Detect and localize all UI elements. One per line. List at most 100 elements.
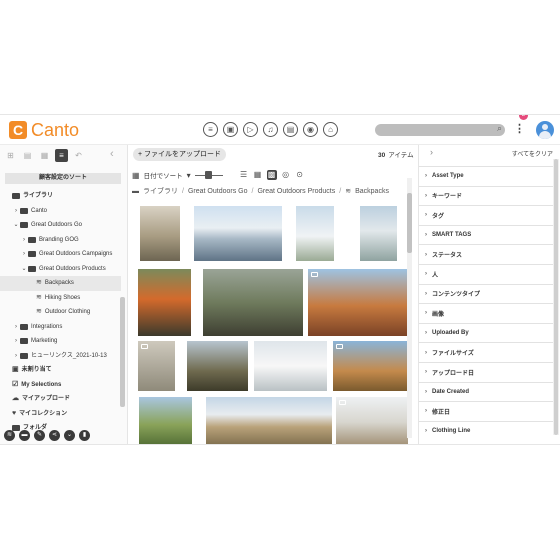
slider-knob[interactable] xyxy=(204,171,212,179)
tree-item[interactable]: › Integrations xyxy=(0,320,121,335)
filter-chevron-icon[interactable]: › xyxy=(425,310,427,316)
filter-chevron-icon[interactable]: › xyxy=(425,291,427,297)
filter-row[interactable]: › 修正日 xyxy=(419,401,557,421)
filter-row[interactable]: › SMART TAGS xyxy=(419,224,557,245)
filter-chevron-icon[interactable]: › xyxy=(425,408,427,414)
filter-row[interactable]: › Asset Type xyxy=(419,166,557,186)
more-menu-icon[interactable]: ⋮ xyxy=(514,122,525,135)
filter-chevron-icon[interactable]: › xyxy=(425,350,427,356)
filter-row[interactable]: › Uploaded By xyxy=(419,322,557,343)
menu-view-icon[interactable]: ≡ xyxy=(55,149,68,162)
undo-icon[interactable]: ↶ xyxy=(72,149,85,162)
tree-item[interactable]: ≋ Backpacks xyxy=(0,276,121,291)
asset-thumbnail[interactable] xyxy=(140,206,180,261)
filter-scrollbar-thumb[interactable] xyxy=(554,159,558,435)
collapse-caret-icon[interactable]: › xyxy=(20,233,28,248)
tree-item[interactable]: › ヒューリンクス_2021-10-13 xyxy=(0,349,121,364)
breadcrumb-item-gog[interactable]: Great Outdoors Go xyxy=(188,188,248,195)
breadcrumb-item-library[interactable]: ライブラリ xyxy=(143,186,178,196)
filter-row[interactable]: › アップロード日 xyxy=(419,361,557,382)
filter-chevron-icon[interactable]: › xyxy=(425,271,427,277)
custom-sort-button[interactable]: 顧客設定のソート xyxy=(5,173,121,184)
filter-row[interactable]: › Date Created xyxy=(419,381,557,402)
filter-row[interactable]: › ファイルサイズ xyxy=(419,342,557,362)
edit-icon[interactable]: ✎ xyxy=(34,430,45,441)
filter-chevron-icon[interactable]: › xyxy=(425,389,427,395)
clear-all-button[interactable]: すべてをクリア xyxy=(512,149,553,158)
filter-row[interactable]: › コンテンツタイプ xyxy=(419,283,557,304)
presentation-app-icon[interactable]: ▤ xyxy=(283,122,298,137)
asset-thumbnail[interactable] xyxy=(296,206,334,261)
breadcrumb-item-backpacks[interactable]: Backpacks xyxy=(355,188,389,195)
asset-thumbnail[interactable] xyxy=(206,397,332,444)
list-view-icon[interactable]: ▤ xyxy=(21,149,34,162)
map-pin-icon[interactable]: ⊙ xyxy=(295,170,305,180)
filter-row[interactable]: › タグ xyxy=(419,205,557,225)
asset-thumbnail[interactable] xyxy=(138,269,191,336)
tree-item[interactable]: ≋ Hiking Shoes xyxy=(0,291,121,306)
filter-chevron-icon[interactable]: › xyxy=(425,369,427,375)
tree-item[interactable]: ♥ マイコレクション xyxy=(0,407,121,422)
tree-item[interactable]: › Marketing xyxy=(0,334,121,349)
asset-thumbnail[interactable] xyxy=(254,341,327,391)
tree-item[interactable]: ▣ 未割り当て xyxy=(0,363,121,378)
main-scrollbar-thumb[interactable] xyxy=(407,193,412,253)
sort-by-date-dropdown[interactable]: 日付でソート xyxy=(144,170,183,180)
filter-row[interactable]: › Clothing Line xyxy=(419,420,557,441)
filter-chevron-icon[interactable]: › xyxy=(425,212,427,218)
asset-thumbnail[interactable] xyxy=(139,397,192,444)
tree-item[interactable]: ≋ Outdoor Clothing xyxy=(0,305,121,320)
collapse-caret-icon[interactable]: › xyxy=(12,320,20,335)
tree-item[interactable]: › Canto xyxy=(0,204,121,219)
asset-thumbnail[interactable] xyxy=(187,341,248,391)
filter-chevron-icon[interactable]: › xyxy=(425,173,427,179)
filter-scrollbar[interactable] xyxy=(553,159,559,435)
list-layout-icon[interactable]: ☰ xyxy=(239,170,249,180)
stack-icon[interactable]: ≋ xyxy=(4,430,15,441)
asset-thumbnail[interactable] xyxy=(203,269,303,336)
folder-icon[interactable]: ▬ xyxy=(19,430,30,441)
globe-icon[interactable]: ◎ xyxy=(281,170,291,180)
collapse-right-icon[interactable]: › xyxy=(430,147,433,157)
asset-thumbnail[interactable] xyxy=(360,206,397,261)
grid-layout-icon[interactable]: ▦ xyxy=(253,170,263,180)
filter-chevron-icon[interactable]: › xyxy=(425,330,427,336)
other-app-icon[interactable]: ◉ xyxy=(303,122,318,137)
collapse-caret-icon[interactable]: › xyxy=(12,204,20,219)
tree-item[interactable]: ☑ My Selections xyxy=(0,378,121,393)
upload-file-button[interactable]: + ファイルをアップロード xyxy=(133,148,226,161)
asset-thumbnail[interactable] xyxy=(333,341,408,391)
calendar-view-icon[interactable]: ▦ xyxy=(38,149,51,162)
share-icon[interactable]: ⋖ xyxy=(49,430,60,441)
trash-icon[interactable]: ▮ xyxy=(79,430,90,441)
masonry-layout-icon[interactable]: ▩ xyxy=(266,170,277,180)
tree-view-icon[interactable]: ⊞ xyxy=(4,149,17,162)
sidebar-scrollbar[interactable] xyxy=(120,297,125,407)
asset-thumbnail[interactable] xyxy=(138,341,175,391)
notification-badge[interactable]: 2 xyxy=(519,115,528,120)
filter-row[interactable]: › ステータス xyxy=(419,244,557,264)
tree-item[interactable]: ☁ マイアップロード xyxy=(0,392,121,407)
collapse-caret-icon[interactable]: › xyxy=(12,349,20,364)
tree-item[interactable]: › Branding GOG xyxy=(0,233,121,248)
search-icon[interactable]: ⌕ xyxy=(497,123,502,134)
expand-caret-icon[interactable]: ⌄ xyxy=(12,218,20,233)
breadcrumb-item-products[interactable]: Great Outdoors Products xyxy=(257,188,335,195)
filter-row[interactable]: › キーワード xyxy=(419,185,557,206)
audio-app-icon[interactable]: ♫ xyxy=(263,122,278,137)
tree-item[interactable]: ライブラリ xyxy=(0,189,121,204)
global-search-input[interactable]: ⌕ xyxy=(375,123,505,136)
video-app-icon[interactable]: ▷ xyxy=(243,122,258,137)
asset-thumbnail[interactable] xyxy=(336,397,408,444)
expand-icon[interactable]: ⌄ xyxy=(64,430,75,441)
filter-row[interactable]: › 画像 xyxy=(419,303,557,323)
user-avatar[interactable] xyxy=(536,121,554,139)
document-app-icon[interactable]: ≡ xyxy=(203,122,218,137)
dropdown-caret-icon[interactable]: ▾ xyxy=(187,171,191,180)
asset-thumbnail[interactable] xyxy=(308,269,408,336)
collapse-caret-icon[interactable]: › xyxy=(20,247,28,262)
expand-caret-icon[interactable]: ⌄ xyxy=(20,262,28,277)
collapse-caret-icon[interactable]: › xyxy=(12,334,20,349)
asset-thumbnail[interactable] xyxy=(194,206,282,261)
filter-chevron-icon[interactable]: › xyxy=(425,193,427,199)
